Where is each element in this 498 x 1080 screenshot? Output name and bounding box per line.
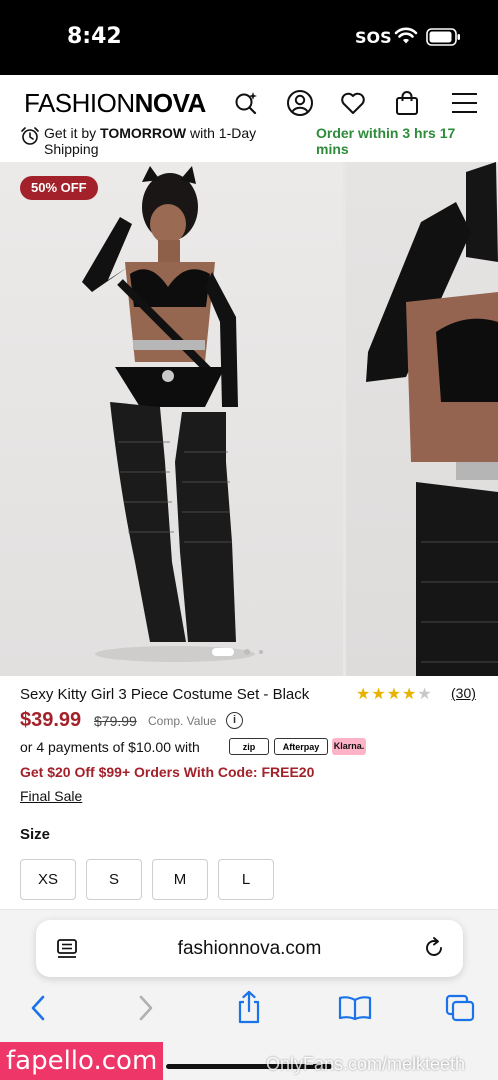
wifi-icon — [394, 27, 418, 44]
product-image-1[interactable]: 50% OFF — [0, 162, 343, 676]
alarm-clock-icon — [21, 127, 39, 145]
size-option-l[interactable]: L — [218, 859, 274, 900]
search-sparkle-icon[interactable] — [232, 89, 260, 117]
screen: 8:42 SOS FASHIONNOVA Get it by TOMORROW … — [0, 0, 498, 1080]
logo-text-nova: NOVA — [134, 88, 207, 118]
zip-badge[interactable]: zip — [229, 738, 269, 755]
address-bar[interactable]: fashionnova.com — [36, 920, 463, 977]
shipping-message: Get it by TOMORROW with 1-Day Shipping — [44, 125, 294, 157]
brand-logo[interactable]: FASHIONNOVA — [24, 88, 206, 119]
carousel-dot[interactable] — [259, 650, 263, 654]
logo-text-fashion: FASHION — [24, 88, 135, 118]
back-icon[interactable] — [28, 993, 48, 1023]
menu-icon[interactable] — [450, 89, 478, 117]
shipping-prefix: Get it by — [44, 125, 101, 141]
status-bar: 8:42 SOS — [0, 0, 498, 75]
status-time: 8:42 — [67, 24, 122, 49]
size-option-xs[interactable]: XS — [20, 859, 76, 900]
sale-price: $39.99 — [20, 709, 82, 731]
final-sale-link[interactable]: Final Sale — [20, 788, 82, 804]
share-icon[interactable] — [235, 990, 263, 1024]
review-count-link[interactable]: (30) — [451, 685, 476, 701]
shipping-banner: Get it by TOMORROW with 1-Day Shipping O… — [0, 123, 498, 161]
tabs-icon[interactable] — [444, 993, 476, 1023]
discount-badge: 50% OFF — [20, 176, 98, 200]
rating-stars: ★★★★★ — [356, 684, 433, 704]
star-icon: ★ — [356, 686, 372, 703]
product-image-2[interactable] — [346, 162, 498, 676]
star-icon: ★ — [402, 686, 418, 703]
product-photo-model-front — [82, 166, 255, 662]
product-photo-model-closeup — [366, 162, 498, 676]
star-icon: ★ — [386, 686, 403, 703]
watermark-left: fapello.com — [0, 1042, 164, 1080]
size-option-m[interactable]: M — [152, 859, 208, 900]
carousel-dot-active[interactable] — [212, 648, 234, 656]
watermark-right: OnlyFans.com/melkteeth — [266, 1054, 466, 1074]
cart-bag-icon[interactable] — [393, 89, 421, 117]
account-icon[interactable] — [286, 89, 314, 117]
battery-icon — [426, 28, 460, 46]
carousel-dot[interactable] — [244, 649, 250, 655]
star-empty-icon: ★ — [417, 686, 433, 703]
size-option-s[interactable]: S — [86, 859, 142, 900]
compare-price: $79.99 — [94, 713, 137, 729]
info-icon[interactable]: i — [226, 712, 243, 729]
shipping-day: TOMORROW — [100, 125, 187, 141]
forward-icon[interactable] — [136, 993, 156, 1023]
klarna-badge[interactable]: Klarna. — [332, 738, 366, 755]
status-sos: SOS — [355, 28, 392, 47]
product-image-gallery[interactable]: 50% OFF — [0, 162, 498, 676]
size-label: Size — [20, 826, 51, 843]
reload-icon[interactable] — [422, 936, 446, 960]
promo-message: Get $20 Off $99+ Orders With Code: FREE2… — [20, 764, 315, 780]
comp-value-label: Comp. Value — [148, 714, 217, 728]
order-countdown: Order within 3 hrs 17 mins — [316, 125, 456, 157]
bookmarks-icon[interactable] — [338, 995, 372, 1021]
afterpay-badge[interactable]: Afterpay — [274, 738, 328, 755]
wishlist-heart-icon[interactable] — [339, 89, 367, 117]
product-title: Sexy Kitty Girl 3 Piece Costume Set - Bl… — [20, 686, 310, 703]
installments-text: or 4 payments of $10.00 with — [20, 739, 200, 755]
star-icon: ★ — [371, 686, 387, 703]
url-text[interactable]: fashionnova.com — [36, 938, 463, 960]
